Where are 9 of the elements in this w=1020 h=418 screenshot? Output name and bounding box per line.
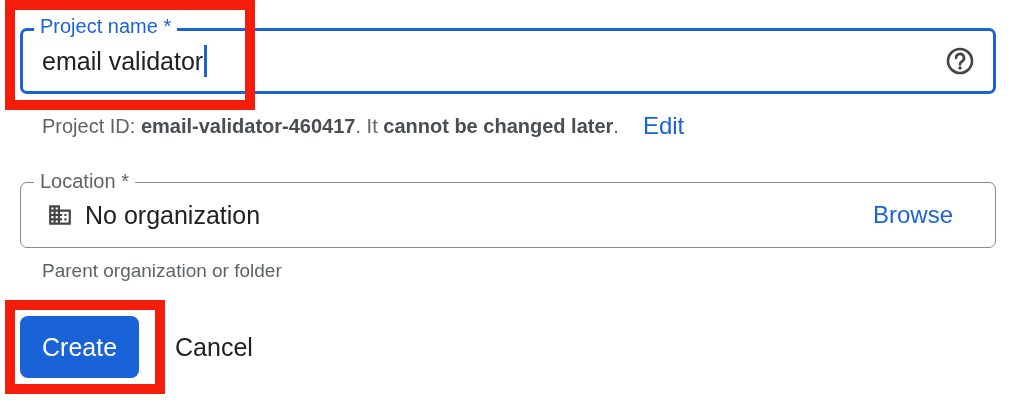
cancel-button[interactable]: Cancel — [153, 316, 275, 378]
helper-text: Parent organization or folder — [41, 259, 283, 282]
edit-link[interactable]: Edit — [642, 112, 685, 140]
browse-link[interactable]: Browse — [872, 201, 953, 229]
building-icon — [47, 202, 73, 228]
project-id-note: Project ID: email-validator-460417. It cannot be changed later. — [42, 114, 619, 138]
help-icon[interactable] — [945, 46, 975, 76]
create-button[interactable]: Create — [20, 316, 140, 378]
text-cursor — [204, 45, 208, 77]
